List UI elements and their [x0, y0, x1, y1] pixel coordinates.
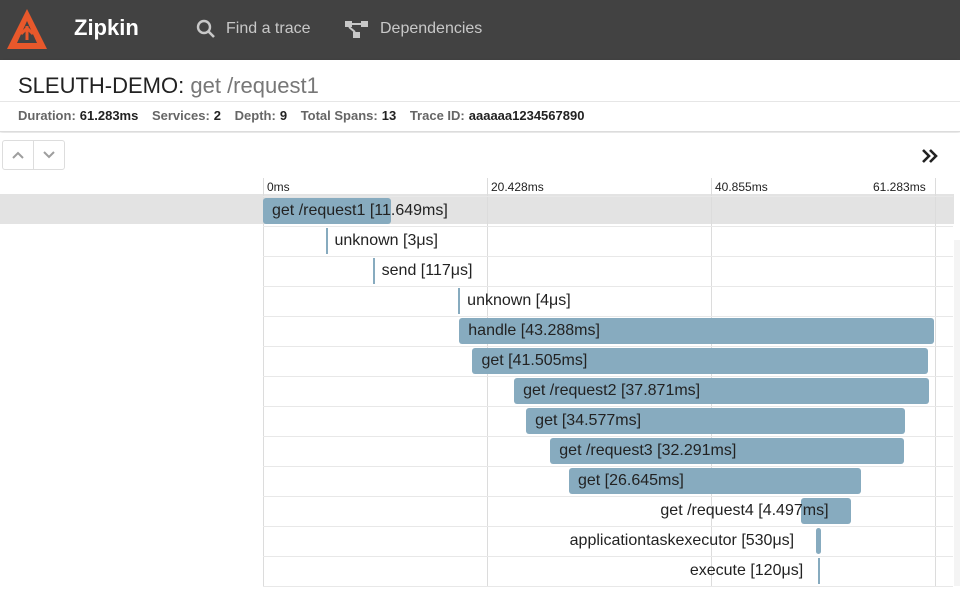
timeline-row-divider [263, 526, 953, 527]
timeline-row-divider [263, 256, 953, 257]
selected-span-row [0, 194, 954, 224]
timeline-tick-label: 20.428ms [491, 180, 544, 194]
top-navbar: Zipkin Find a trace Dependencies [0, 0, 960, 60]
duration-label: Duration: [18, 108, 76, 123]
dependencies-icon [345, 21, 368, 38]
span-bar[interactable] [458, 288, 461, 314]
trace-timeline: 0ms 20.428ms 40.855ms 61.283ms get /request1… [0, 178, 960, 598]
timeline-row-divider [263, 376, 953, 377]
previous-span-button[interactable] [3, 141, 33, 169]
span-bar[interactable] [815, 528, 822, 554]
timeline-toolbar [0, 133, 960, 178]
nav-find-trace-label: Find a trace [226, 20, 311, 37]
timeline-tick-label: 40.855ms [715, 180, 768, 194]
timeline-row-divider [263, 286, 953, 287]
trace-service-name: SLEUTH-DEMO: [18, 73, 185, 98]
span-label[interactable]: handle [43.288ms] [468, 321, 600, 341]
span-label[interactable]: get /request2 [37.871ms] [523, 381, 700, 401]
timeline-scroll-edge [954, 240, 960, 586]
chevron-down-icon [43, 151, 55, 159]
trace-id-label: Trace ID: [409, 108, 465, 123]
trace-id-value: aaaaaa1234567890 [468, 108, 585, 123]
span-nav-buttons [2, 140, 65, 170]
span-label[interactable]: execute [120μs] [690, 561, 803, 581]
depth-label: Depth: [234, 108, 276, 123]
span-bar[interactable] [817, 558, 820, 584]
timeline-row-divider [263, 466, 953, 467]
trace-summary-header: SLEUTH-DEMO: get /request1 Duration: 61.2… [0, 60, 960, 132]
timeline-row-divider [263, 196, 953, 197]
timeline-row-divider [263, 496, 953, 497]
total-spans-label: Total Spans: [300, 108, 378, 123]
span-bar[interactable] [325, 228, 328, 254]
timeline-tick-label: 61.283ms [873, 180, 926, 194]
timeline-tick-line [487, 178, 488, 586]
timeline-tick-label: 0ms [267, 180, 290, 194]
timeline-row-divider [263, 556, 953, 557]
duration-value: 61.283ms [79, 108, 139, 123]
trace-meta: Duration: 61.283ms Services: 2 Depth: 9 Tot… [18, 108, 594, 123]
span-label[interactable]: applicationtaskexecutor [530μs] [570, 531, 794, 551]
span-label[interactable]: get [26.645ms] [578, 471, 684, 491]
timeline-tick-line [263, 178, 264, 586]
timeline-row-divider [263, 226, 953, 227]
nav-find-trace[interactable]: Find a trace [196, 18, 310, 40]
span-label[interactable]: get [41.505ms] [481, 351, 587, 371]
timeline-row-divider [263, 346, 953, 347]
chevron-up-icon [12, 151, 24, 159]
span-label[interactable]: get /request3 [32.291ms] [559, 441, 736, 461]
timeline-row-divider [263, 586, 953, 587]
next-span-button[interactable] [33, 141, 64, 169]
depth-value: 9 [279, 108, 288, 123]
timeline-row-divider [263, 406, 953, 407]
zipkin-logo-icon[interactable] [4, 6, 50, 52]
trace-title: SLEUTH-DEMO: get /request1 [18, 73, 319, 99]
services-value: 2 [213, 108, 222, 123]
span-label[interactable]: send [117μs] [382, 261, 473, 281]
total-spans-value: 13 [381, 108, 397, 123]
services-label: Services: [151, 108, 210, 123]
span-bar[interactable] [372, 258, 375, 284]
span-label[interactable]: unknown [3μs] [335, 231, 439, 251]
nav-dependencies[interactable]: Dependencies [344, 18, 482, 40]
span-label[interactable]: get /request1 [11.649ms] [272, 201, 448, 221]
span-label[interactable]: get [34.577ms] [535, 411, 641, 431]
summary-divider [0, 101, 960, 102]
expand-detail-icon[interactable] [918, 145, 942, 167]
span-label[interactable]: get /request4 [4.497ms] [660, 501, 828, 521]
trace-operation-name: get /request1 [190, 73, 319, 98]
timeline-row-divider [263, 316, 953, 317]
search-icon [196, 19, 215, 38]
nav-dependencies-label: Dependencies [380, 20, 483, 37]
timeline-tick-line [935, 178, 936, 586]
span-label[interactable]: unknown [4μs] [467, 291, 571, 311]
timeline-row-divider [263, 436, 953, 437]
brand-name[interactable]: Zipkin [74, 15, 139, 41]
